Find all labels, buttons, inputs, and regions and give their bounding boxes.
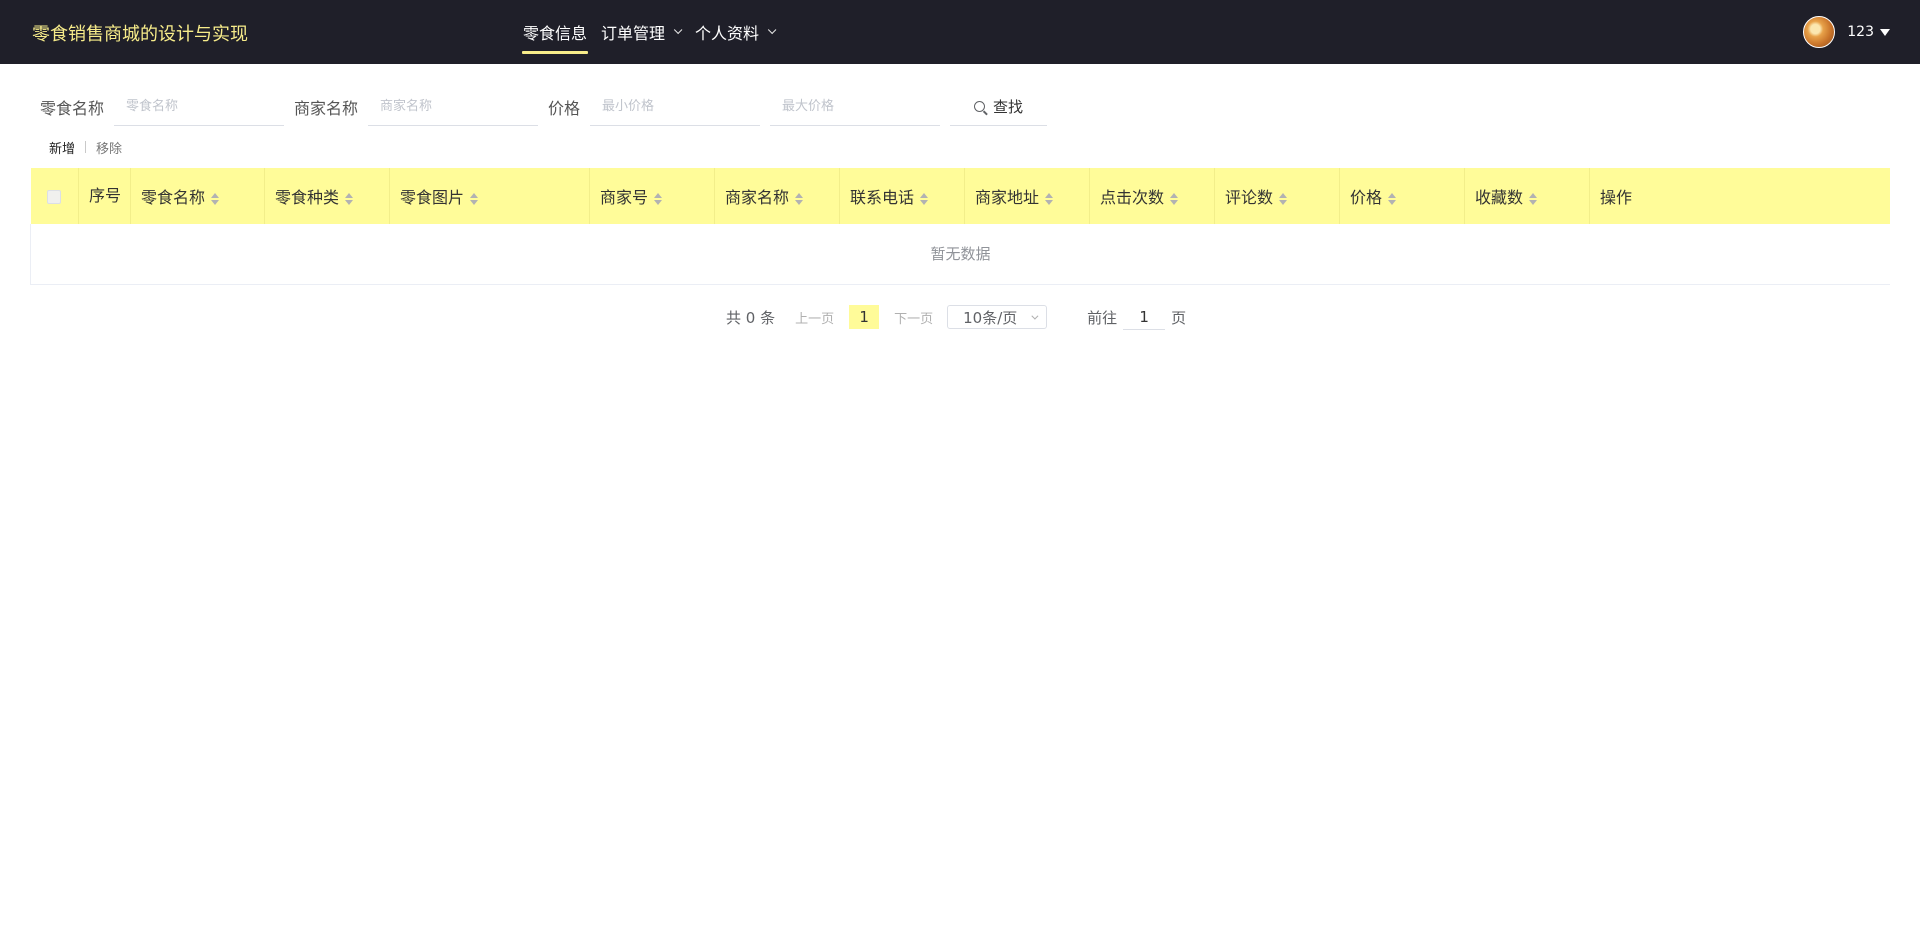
column-header-price[interactable]: 价格 [1339,168,1465,224]
sort-icon[interactable] [795,192,804,205]
goto-suffix: 页 [1171,308,1187,327]
sort-icon[interactable] [1045,192,1054,205]
merchant-name-label: 商家名称 [294,99,359,118]
prev-page-button[interactable]: 上一页 [795,308,834,327]
column-header-operation: 操作 [1600,188,1633,207]
column-header-snack-name[interactable]: 零食名称 [130,168,265,224]
column-header-label: 联系电话 [850,188,915,207]
chevron-down-icon [673,25,683,35]
column-header-favorite-count[interactable]: 收藏数 [1464,168,1590,224]
user-menu[interactable]: 123 [1803,16,1890,48]
sort-icon[interactable] [1279,192,1288,205]
column-header-label: 商家号 [600,188,649,207]
empty-row: 暂无数据 [30,224,1890,285]
goto-page-input[interactable] [1123,304,1166,330]
merchant-name-input[interactable] [368,88,539,126]
min-price-input[interactable] [590,88,761,126]
column-header-label: 评论数 [1225,188,1274,207]
column-header-index: 序号 [78,168,131,224]
pagination: 共 0 条 上一页 1 下一页 10条/页 前往 页 [726,302,1186,332]
column-header-label: 零食名称 [141,188,206,207]
column-header-label: 商家名称 [725,188,790,207]
app-title: 零食销售商城的设计与实现 [32,24,248,45]
page-size-value: 10条/页 [963,308,1018,327]
caret-down-icon [1880,28,1890,36]
goto-label: 前往 [1087,308,1118,327]
chevron-down-icon [1031,312,1039,320]
next-page-button[interactable]: 下一页 [894,308,933,327]
column-header-label: 价格 [1350,188,1383,207]
nav-label: 零食信息 [523,24,588,43]
column-header-click-count[interactable]: 点击次数 [1089,168,1215,224]
add-button[interactable]: 新增 [49,138,75,157]
search-icon [974,101,986,112]
search-form: 零食名称 商家名称 价格 查找 [40,88,1048,126]
sort-icon[interactable] [1170,192,1179,205]
search-button[interactable]: 查找 [950,88,1048,126]
column-header-snack-image[interactable]: 零食图片 [389,168,590,224]
search-button-label: 查找 [993,98,1024,116]
nav-item-order-management[interactable]: 订单管理 [598,0,684,64]
top-navbar: 零食销售商城的设计与实现 零食信息 订单管理 个人资料 123 [0,0,1920,64]
select-all-header [30,168,79,224]
sort-icon[interactable] [211,192,220,205]
column-header-merchant-address[interactable]: 商家地址 [964,168,1090,224]
column-header-merchant-no[interactable]: 商家号 [589,168,715,224]
username: 123 [1847,24,1874,40]
empty-text: 暂无数据 [30,224,1890,285]
nav-item-snack-info[interactable]: 零食信息 [520,0,590,64]
column-header-label: 零食图片 [400,188,465,207]
column-header-comment-count[interactable]: 评论数 [1214,168,1340,224]
column-header-label: 收藏数 [1475,188,1524,207]
sort-icon[interactable] [654,192,663,205]
chevron-down-icon [767,25,777,35]
nav-label: 订单管理 [601,24,666,43]
sort-icon[interactable] [345,192,354,205]
select-all-checkbox[interactable] [47,190,62,204]
avatar[interactable] [1803,16,1836,48]
action-divider [85,141,87,153]
remove-button[interactable]: 移除 [96,138,122,157]
column-header-merchant-name[interactable]: 商家名称 [714,168,840,224]
sort-icon[interactable] [470,192,479,205]
snack-table: 序号 零食名称 零食种类 零食图片 商家号 商家名称 联系电话 商家地址 点击次… [30,168,1890,285]
price-label: 价格 [548,99,581,118]
column-header-label: 点击次数 [1100,188,1165,207]
column-header-snack-category[interactable]: 零食种类 [264,168,390,224]
column-header-label: 零食种类 [275,188,340,207]
table-actions: 新增 移除 [49,138,122,157]
table-header-row: 序号 零食名称 零食种类 零食图片 商家号 商家名称 联系电话 商家地址 点击次… [30,168,1890,224]
snack-name-label: 零食名称 [40,99,105,118]
page-jumper: 前往 页 [1087,304,1186,330]
page-number-current[interactable]: 1 [849,305,880,329]
main-nav: 零食信息 订单管理 个人资料 [520,0,786,64]
sort-icon[interactable] [920,192,929,205]
nav-label: 个人资料 [695,24,760,43]
snack-name-input[interactable] [114,88,285,126]
nav-item-profile[interactable]: 个人资料 [692,0,778,64]
max-price-input[interactable] [770,88,941,126]
pagination-total: 共 0 条 [726,308,776,327]
column-header-label: 商家地址 [975,188,1040,207]
sort-icon[interactable] [1388,192,1397,205]
page-size-select[interactable]: 10条/页 [947,305,1048,329]
column-header-phone[interactable]: 联系电话 [839,168,965,224]
sort-icon[interactable] [1529,192,1538,205]
